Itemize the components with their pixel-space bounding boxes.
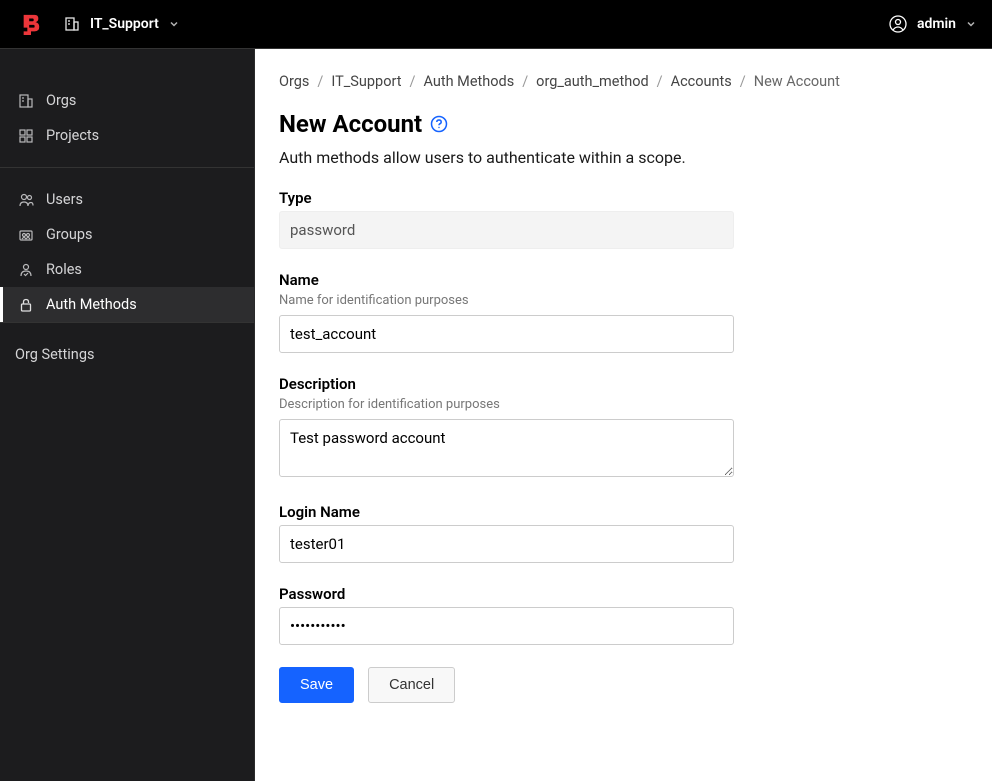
- scope-name: IT_Support: [90, 16, 159, 32]
- grid-icon: [18, 128, 34, 144]
- sidebar-item-label: Projects: [46, 127, 99, 144]
- sidebar-item-org-settings[interactable]: Org Settings: [0, 337, 254, 372]
- field-description: Description Description for identificati…: [279, 375, 734, 481]
- breadcrumb-link[interactable]: org_auth_method: [536, 73, 648, 90]
- page-title-row: New Account: [279, 110, 968, 138]
- roles-icon: [18, 262, 34, 278]
- breadcrumb: Orgs / IT_Support / Auth Methods / org_a…: [279, 73, 968, 90]
- sidebar-item-label: Auth Methods: [46, 296, 137, 313]
- description-input[interactable]: [279, 419, 734, 477]
- field-name: Name Name for identification purposes: [279, 271, 734, 353]
- breadcrumb-link[interactable]: IT_Support: [331, 73, 401, 90]
- topbar-left: IT_Support: [20, 13, 179, 35]
- lock-icon: [18, 297, 34, 313]
- user-menu[interactable]: admin: [889, 15, 976, 33]
- breadcrumb-link[interactable]: Orgs: [279, 73, 309, 90]
- name-input[interactable]: [279, 315, 734, 353]
- sidebar-item-label: Orgs: [46, 92, 76, 109]
- sidebar-item-orgs[interactable]: Orgs: [0, 83, 254, 118]
- name-hint: Name for identification purposes: [279, 293, 734, 308]
- type-input: [279, 211, 734, 249]
- topbar: IT_Support admin: [0, 0, 992, 49]
- sidebar-item-users[interactable]: Users: [0, 182, 254, 217]
- boundary-logo-icon: [20, 13, 42, 35]
- breadcrumb-sep: /: [657, 73, 663, 90]
- users-icon: [18, 192, 34, 208]
- scope-selector[interactable]: IT_Support: [64, 16, 179, 32]
- description-label: Description: [279, 375, 734, 393]
- chevron-down-icon: [966, 19, 976, 29]
- sidebar-item-label: Org Settings: [15, 346, 94, 363]
- breadcrumb-current: New Account: [754, 73, 840, 90]
- description-hint: Description for identification purposes: [279, 397, 734, 412]
- chevron-down-icon: [169, 19, 179, 29]
- user-name: admin: [917, 16, 956, 32]
- field-login-name: Login Name: [279, 503, 734, 563]
- type-label: Type: [279, 189, 734, 207]
- sidebar-settings-section: Org Settings: [0, 323, 254, 386]
- user-circle-icon: [889, 15, 907, 33]
- page-description: Auth methods allow users to authenticate…: [279, 148, 968, 167]
- groups-icon: [18, 227, 34, 243]
- sidebar-item-roles[interactable]: Roles: [0, 252, 254, 287]
- form-actions: Save Cancel: [279, 667, 968, 703]
- breadcrumb-sep: /: [317, 73, 323, 90]
- login-name-label: Login Name: [279, 503, 734, 521]
- org-icon: [18, 93, 34, 109]
- sidebar-item-groups[interactable]: Groups: [0, 217, 254, 252]
- breadcrumb-link[interactable]: Auth Methods: [423, 73, 514, 90]
- breadcrumb-sep: /: [740, 73, 746, 90]
- page-title: New Account: [279, 110, 422, 138]
- help-icon[interactable]: [430, 115, 448, 133]
- sidebar-scope-section: Orgs Projects: [0, 49, 254, 168]
- sidebar-item-auth-methods[interactable]: Auth Methods: [0, 287, 254, 322]
- sidebar-item-label: Groups: [46, 226, 93, 243]
- sidebar-item-label: Users: [46, 191, 83, 208]
- sidebar-item-projects[interactable]: Projects: [0, 118, 254, 153]
- main-content: Orgs / IT_Support / Auth Methods / org_a…: [255, 49, 992, 781]
- sidebar: Orgs Projects: [0, 49, 255, 781]
- field-type: Type: [279, 189, 734, 249]
- sidebar-item-label: Roles: [46, 261, 82, 278]
- login-name-input[interactable]: [279, 525, 734, 563]
- breadcrumb-sep: /: [409, 73, 415, 90]
- password-input[interactable]: [279, 607, 734, 645]
- password-label: Password: [279, 585, 734, 603]
- save-button[interactable]: Save: [279, 667, 354, 703]
- cancel-button[interactable]: Cancel: [368, 667, 455, 703]
- name-label: Name: [279, 271, 734, 289]
- breadcrumb-sep: /: [522, 73, 528, 90]
- sidebar-iam-section: Users Groups: [0, 168, 254, 323]
- breadcrumb-link[interactable]: Accounts: [671, 73, 732, 90]
- field-password: Password: [279, 585, 734, 645]
- org-icon: [64, 16, 80, 32]
